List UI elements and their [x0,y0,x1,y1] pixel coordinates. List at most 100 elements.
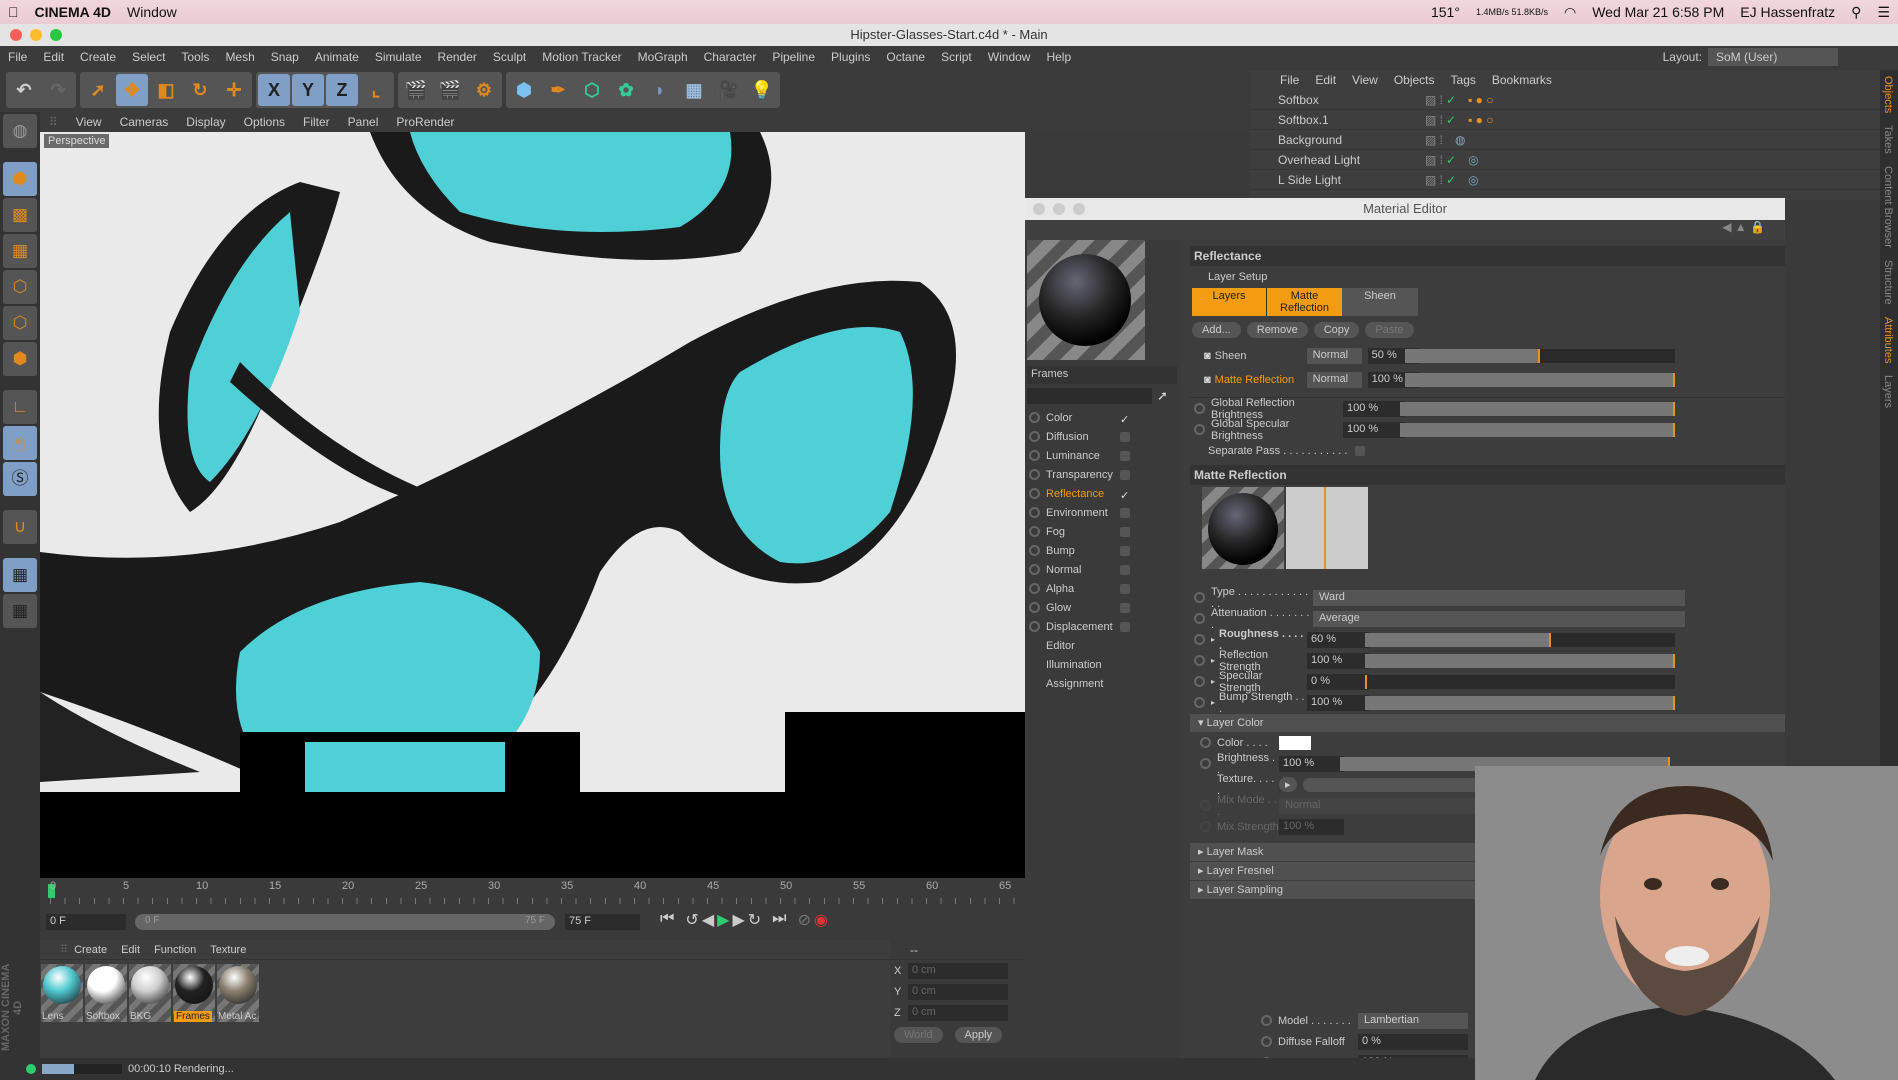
object-row[interactable]: Background ▨ ⁞ ◍ [1250,130,1880,150]
brightness-field[interactable]: 100 % [1279,755,1344,772]
object-name[interactable]: Background [1250,133,1425,147]
menu-simulate[interactable]: Simulate [367,50,430,64]
rotate-icon[interactable]: ↻ [184,74,216,106]
channel-color[interactable]: Color ✓ [1025,408,1180,427]
go-to-end-icon[interactable]: ⏭ [772,910,786,930]
viewport-menu-prorender[interactable]: ProRender [387,115,463,129]
channel-reflectance[interactable]: Reflectance ✓ [1025,484,1180,503]
user-name[interactable]: EJ Hassenfratz [1740,4,1835,20]
object-row[interactable]: L Side Light ▨ ⁞ ✓ ◎ [1250,170,1880,190]
animate-radio[interactable] [1029,526,1040,537]
viewport-grip-icon[interactable]: ⠿ [40,115,67,129]
animate-radio[interactable] [1261,1036,1272,1047]
menu-mograph[interactable]: MoGraph [630,50,696,64]
animate-radio[interactable] [1029,564,1040,575]
datetime[interactable]: Wed Mar 21 6:58 PM [1592,4,1724,20]
wifi-icon[interactable]: ◠ [1564,4,1576,21]
param-value-field[interactable]: 60 % [1307,631,1370,648]
menu-render[interactable]: Render [430,50,485,64]
viewport-menu-filter[interactable]: Filter [294,115,339,129]
points-mode-icon[interactable]: ⬡ [3,270,37,304]
channel-fog[interactable]: Fog [1025,522,1180,541]
picker-icon[interactable]: ➚ [1157,388,1168,404]
expand-arrow-icon[interactable]: ▸ [1211,635,1215,644]
frame-range-slider[interactable]: 0 F 75 F [135,914,555,930]
menu-snap[interactable]: Snap [263,50,307,64]
channel-illumination[interactable]: Illumination [1025,655,1180,674]
workplane-mode-icon[interactable]: ▦ [3,234,37,268]
channel-alpha[interactable]: Alpha [1025,579,1180,598]
move-icon[interactable]: ✥ [116,74,148,106]
autokey-icon[interactable]: ⊘ [798,910,811,930]
menu-file[interactable]: File [0,50,35,64]
viewport-menu-panel[interactable]: Panel [339,115,388,129]
material-menu-function[interactable]: Function [154,944,196,956]
select-icon[interactable]: ➚ [82,74,114,106]
render-view-icon[interactable]: 🎬 [400,74,432,106]
material-swatch[interactable]: BKG [129,964,171,1022]
texture-menu-button[interactable]: ▸ [1279,777,1297,792]
enabled-check-icon[interactable]: ✓ [1446,113,1456,127]
animate-radio[interactable] [1261,1015,1272,1026]
channel-checkbox[interactable]: ✓ [1120,489,1130,502]
channel-editor[interactable]: Editor [1025,636,1180,655]
attribute-value[interactable]: Lambertian [1358,1012,1468,1029]
layer-blend-mode-dropdown[interactable]: Normal [1306,372,1362,388]
play-icon[interactable]: ▶ [717,910,729,930]
pen-icon[interactable]: ✒ [542,74,574,106]
tag-icon[interactable]: ▪ ● ○ [1468,113,1493,127]
subdivision-icon[interactable]: ⬡ [576,74,608,106]
tag-icon[interactable]: ◎ [1468,173,1478,187]
tag-icon[interactable]: ◎ [1468,153,1478,167]
menu-pipeline[interactable]: Pipeline [764,50,823,64]
y-axis-icon[interactable]: Y [292,74,324,106]
edges-mode-icon[interactable]: ⬡ [3,306,37,340]
grip-icon[interactable]: ⠿ [60,943,68,956]
animate-radio[interactable] [1029,412,1040,423]
object-menu-edit[interactable]: Edit [1307,73,1344,87]
snap-icon[interactable]: Ⓢ [3,462,37,496]
object-row[interactable]: Overhead Light ▨ ⁞ ✓ ◎ [1250,150,1880,170]
material-menu-edit[interactable]: Edit [121,944,140,956]
texture-mode-icon[interactable]: ▩ [3,198,37,232]
menu-window[interactable]: Window [980,50,1039,64]
next-frame-icon[interactable]: ▶ [732,910,744,930]
channel-checkbox[interactable] [1120,583,1130,594]
object-menu-file[interactable]: File [1272,73,1307,87]
material-name-field[interactable]: Frames [1027,366,1177,384]
menu-script[interactable]: Script [933,50,980,64]
floor-icon[interactable]: ▦ [678,74,710,106]
apple-icon[interactable]:  [8,4,19,20]
object-name[interactable]: Softbox.1 [1250,113,1425,127]
transform-icon[interactable]: ✛ [218,74,250,106]
render-picture-viewer-icon[interactable]: 🎬 [434,74,466,106]
visibility-toggle-icon[interactable]: ▨ ⁞ [1425,173,1443,187]
apply-button[interactable]: Apply [954,1027,1003,1043]
object-row[interactable]: Softbox ▨ ⁞ ✓ ▪ ● ○ [1250,90,1880,110]
layout-selector[interactable]: Layout: SoM (User) [1663,48,1838,66]
layer-visibility-icon[interactable]: ◙ [1204,374,1211,386]
menu-plugins[interactable]: Plugins [823,50,878,64]
tab-attributes[interactable]: Attributes [1880,311,1896,369]
type-dropdown[interactable]: Ward [1313,589,1685,606]
animate-radio[interactable] [1029,621,1040,632]
channel-bump[interactable]: Bump [1025,541,1180,560]
timeline-ruler[interactable]: 0 5 10 15 20 25 30 35 40 45 50 55 60 65 [40,878,1025,908]
x-axis-icon[interactable]: X [258,74,290,106]
object-name[interactable]: Overhead Light [1250,153,1425,167]
tab-takes[interactable]: Takes [1880,119,1896,160]
animate-radio[interactable] [1029,488,1040,499]
workplane-align-icon[interactable]: ▦ [3,594,37,628]
material-menu-texture[interactable]: Texture [210,944,246,956]
tab-matte-reflection[interactable]: Matte Reflection [1266,288,1342,316]
global-value-field[interactable]: 100 % [1343,421,1405,438]
enabled-check-icon[interactable]: ✓ [1446,153,1456,167]
menu-icon[interactable]: ☰ [1877,4,1890,21]
tab-layers[interactable]: Layers [1880,369,1896,414]
separate-pass-checkbox[interactable] [1355,445,1366,456]
cube-icon[interactable]: ⬢ [508,74,540,106]
z-axis-icon[interactable]: Z [326,74,358,106]
redo-icon[interactable]: ↷ [42,74,74,106]
channel-checkbox[interactable]: ✓ [1120,413,1130,426]
magnet-icon[interactable]: ∪ [3,510,37,544]
